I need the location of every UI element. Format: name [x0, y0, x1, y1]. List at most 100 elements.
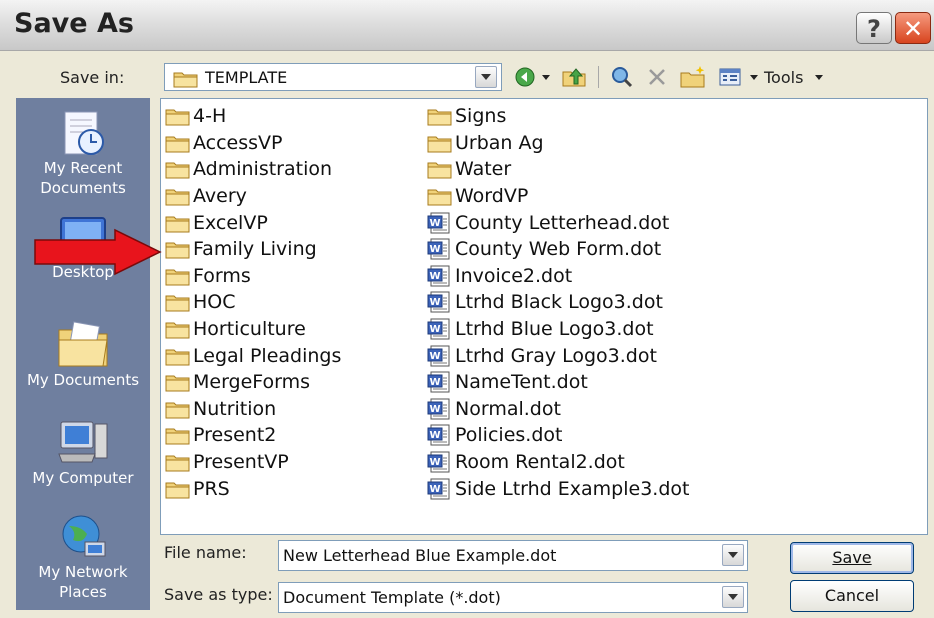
tools-menu[interactable]: Tools	[764, 64, 846, 90]
file-name-label: File name:	[164, 543, 247, 562]
folder-icon	[165, 372, 193, 392]
file-item[interactable]: W Normal.dot	[427, 396, 689, 423]
folder-item[interactable]: HOC	[165, 289, 341, 316]
folder-item[interactable]: PRS	[165, 475, 341, 502]
folder-icon	[165, 319, 193, 339]
create-new-folder-button[interactable]	[678, 64, 708, 90]
folder-item[interactable]: Administration	[165, 156, 341, 183]
delete-icon	[649, 69, 665, 85]
folder-icon	[427, 106, 455, 126]
title-bar[interactable]: Save As ? ✕	[0, 0, 934, 51]
file-item[interactable]: W County Web Form.dot	[427, 236, 689, 263]
place-my-recent-documents[interactable]: My Recent Documents	[16, 108, 150, 198]
word-document-icon: W	[427, 451, 455, 473]
folder-icon	[165, 159, 193, 179]
close-button[interactable]: ✕	[895, 12, 931, 44]
folder-item[interactable]: Family Living	[165, 236, 341, 263]
places-bar: My Recent Documents Desktop My Documents My …	[16, 98, 150, 610]
search-web-icon	[612, 67, 633, 88]
word-document-icon: W	[427, 398, 455, 420]
save-in-dropdown-arrow[interactable]	[475, 66, 497, 88]
svg-text:W: W	[429, 404, 440, 415]
file-item[interactable]: W Invoice2.dot	[427, 263, 689, 290]
folder-item[interactable]: Present2	[165, 422, 341, 449]
search-web-button[interactable]	[608, 64, 636, 90]
file-name-dropdown-arrow[interactable]	[722, 544, 744, 566]
svg-text:W: W	[429, 430, 440, 441]
file-list[interactable]: 4-H AccessVP Administration Avery ExcelVP Fam…	[160, 98, 928, 535]
views-button[interactable]	[716, 64, 744, 90]
item-label: Legal Pleadings	[193, 344, 342, 367]
help-button[interactable]: ?	[856, 12, 892, 44]
folder-icon	[173, 72, 198, 88]
file-item[interactable]: W Ltrhd Gray Logo3.dot	[427, 342, 689, 369]
save-as-type-label: Save as type:	[164, 585, 273, 604]
save-as-type-select[interactable]: Document Template (*.dot)	[278, 582, 748, 613]
folder-item[interactable]: Signs	[427, 103, 689, 130]
item-label: NameTent.dot	[455, 371, 588, 394]
file-item[interactable]: W Policies.dot	[427, 422, 689, 449]
word-document-icon: W	[427, 345, 455, 367]
folder-item[interactable]: Nutrition	[165, 396, 341, 423]
save-in-label: Save in:	[60, 68, 124, 87]
folder-item[interactable]: Avery	[165, 183, 341, 210]
place-label: Documents	[40, 179, 126, 197]
svg-text:W: W	[429, 271, 440, 282]
file-item[interactable]: W Ltrhd Blue Logo3.dot	[427, 316, 689, 343]
file-item[interactable]: W NameTent.dot	[427, 369, 689, 396]
recent-documents-icon	[16, 108, 150, 158]
back-dropdown[interactable]	[540, 64, 552, 90]
folder-icon	[165, 186, 193, 206]
file-item[interactable]: W Side Ltrhd Example3.dot	[427, 475, 689, 502]
place-label: My Network	[38, 563, 128, 581]
tools-label: Tools	[764, 67, 804, 87]
my-documents-icon	[16, 320, 150, 370]
folder-icon	[165, 213, 193, 233]
file-list-column-1: 4-H AccessVP Administration Avery ExcelVP Fam…	[165, 103, 341, 502]
folder-item[interactable]: WordVP	[427, 183, 689, 210]
place-my-documents[interactable]: My Documents	[16, 320, 150, 390]
save-button[interactable]: Save	[790, 542, 914, 574]
folder-item[interactable]: Forms	[165, 263, 341, 290]
views-dropdown[interactable]	[748, 64, 760, 90]
delete-button[interactable]	[644, 64, 670, 90]
place-label: My Computer	[32, 469, 134, 487]
network-places-icon	[16, 512, 150, 562]
folder-item[interactable]: Urban Ag	[427, 130, 689, 157]
back-button[interactable]	[512, 64, 538, 90]
file-name-input[interactable]: New Letterhead Blue Example.dot	[278, 540, 748, 571]
chevron-down-icon	[542, 74, 550, 80]
item-label: County Letterhead.dot	[455, 211, 670, 234]
svg-text:W: W	[429, 377, 440, 388]
chevron-down-icon	[750, 74, 758, 80]
folder-icon	[427, 159, 455, 179]
item-label: Nutrition	[193, 397, 277, 420]
folder-item[interactable]: AccessVP	[165, 130, 341, 157]
item-label: Signs	[455, 105, 507, 128]
folder-item[interactable]: 4-H	[165, 103, 341, 130]
help-icon: ?	[867, 15, 881, 43]
folder-item[interactable]: Water	[427, 156, 689, 183]
folder-item[interactable]: MergeForms	[165, 369, 341, 396]
file-item[interactable]: W Room Rental2.dot	[427, 449, 689, 476]
item-label: Family Living	[193, 238, 317, 261]
place-label: My Documents	[26, 371, 140, 389]
cancel-button[interactable]: Cancel	[790, 580, 914, 612]
place-my-network-places[interactable]: My Network Places	[16, 512, 150, 602]
up-one-level-button[interactable]	[560, 64, 588, 90]
folder-item[interactable]: PresentVP	[165, 449, 341, 476]
word-document-icon: W	[427, 371, 455, 393]
folder-item[interactable]: Horticulture	[165, 316, 341, 343]
folder-item[interactable]: Legal Pleadings	[165, 342, 341, 369]
place-label: My Recent	[43, 159, 123, 177]
folder-item[interactable]: ExcelVP	[165, 209, 341, 236]
svg-text:W: W	[429, 244, 440, 255]
file-item[interactable]: W Ltrhd Black Logo3.dot	[427, 289, 689, 316]
item-label: Ltrhd Gray Logo3.dot	[455, 344, 657, 367]
file-item[interactable]: W County Letterhead.dot	[427, 209, 689, 236]
place-my-computer[interactable]: My Computer	[16, 418, 150, 488]
save-as-type-dropdown-arrow[interactable]	[722, 586, 744, 608]
word-document-icon: W	[427, 238, 455, 260]
save-in-dropdown[interactable]: TEMPLATE	[164, 63, 502, 91]
folder-icon	[165, 239, 193, 259]
